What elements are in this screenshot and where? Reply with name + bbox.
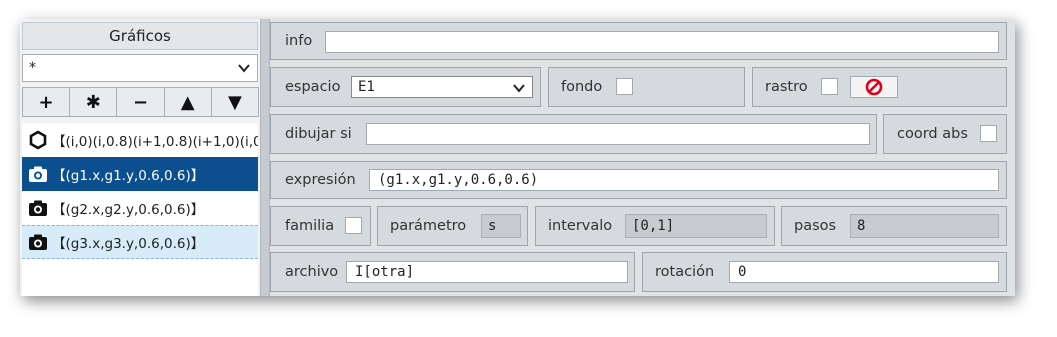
move-down-button[interactable]: ▼ bbox=[210, 87, 260, 117]
fondo-checkbox[interactable] bbox=[616, 78, 633, 95]
clone-button[interactable]: ✱ bbox=[69, 87, 118, 117]
info-label: info bbox=[285, 33, 313, 49]
espacio-select[interactable]: E1 bbox=[351, 76, 533, 98]
panel-splitter[interactable] bbox=[260, 19, 270, 296]
list-item-label: 【(g2.x,g2.y,0.6,0.6)】 bbox=[52, 202, 205, 218]
pasos-field[interactable]: 8 bbox=[850, 214, 999, 238]
camera-icon bbox=[28, 232, 48, 252]
camera-icon bbox=[28, 164, 48, 184]
list-toolbar: + ✱ − ▲ ▼ bbox=[22, 87, 260, 117]
intervalo-field[interactable]: [0,1] bbox=[625, 214, 767, 238]
coord-abs-label: coord abs bbox=[897, 126, 968, 142]
familia-group: familia bbox=[270, 206, 371, 246]
camera-icon bbox=[28, 198, 48, 218]
hexagon-icon bbox=[28, 130, 48, 150]
coord-abs-group: coord abs bbox=[883, 114, 1007, 154]
no-entry-icon bbox=[865, 78, 883, 96]
rastro-group: rastro bbox=[752, 67, 1007, 107]
graphics-list-panel: Gráficos * + ✱ − ▲ ▼ 【(i,0)(i,0.8)(i+1,0… bbox=[20, 19, 261, 296]
coord-abs-checkbox[interactable] bbox=[980, 125, 997, 142]
intervalo-group: intervalo [0,1] bbox=[535, 206, 775, 246]
properties-panel: info espacio E1 fondo rastro dibujar si bbox=[270, 19, 1015, 296]
archivo-label: archivo bbox=[285, 264, 339, 280]
rastro-label: rastro bbox=[765, 79, 808, 95]
familia-label: familia bbox=[285, 218, 335, 234]
filter-dropdown[interactable]: * bbox=[22, 54, 258, 82]
rotacion-group: rotación 0 bbox=[642, 252, 1007, 292]
list-item-label: 【(g1.x,g1.y,0.6,0.6)】 bbox=[52, 168, 205, 184]
list-item-label: 【(i,0)(i,0.8)(i+1,0.8)(i+1,0)(i,0 bbox=[52, 134, 258, 150]
list-item[interactable]: 【(g1.x,g1.y,0.6,0.6)】 bbox=[22, 157, 258, 191]
move-up-button[interactable]: ▲ bbox=[163, 87, 212, 117]
rastro-color-button[interactable] bbox=[850, 76, 898, 98]
archivo-field[interactable]: I[otra] bbox=[346, 261, 628, 283]
archivo-group: archivo I[otra] bbox=[270, 252, 635, 292]
list-item[interactable]: 【(i,0)(i,0.8)(i+1,0.8)(i+1,0)(i,0 bbox=[22, 123, 258, 157]
remove-button[interactable]: − bbox=[116, 87, 165, 117]
espacio-group: espacio E1 bbox=[270, 67, 541, 107]
chevron-down-icon bbox=[513, 84, 525, 93]
list-item[interactable]: 【(g2.x,g2.y,0.6,0.6)】 bbox=[22, 191, 258, 225]
filter-value: * bbox=[29, 60, 36, 76]
parametro-group: parámetro s bbox=[377, 206, 528, 246]
parametro-field[interactable]: s bbox=[481, 214, 521, 238]
list-item-label: 【(g3.x,g3.y,0.6,0.6)】 bbox=[52, 236, 205, 252]
familia-checkbox[interactable] bbox=[345, 217, 362, 234]
pasos-label: pasos bbox=[794, 218, 837, 234]
intervalo-label: intervalo bbox=[548, 218, 613, 234]
panel-title: Gráficos bbox=[22, 22, 258, 50]
expresion-label: expresión bbox=[285, 172, 356, 188]
expresion-group: expresión (g1.x,g1.y,0.6,0.6) bbox=[270, 161, 1007, 199]
parametro-label: parámetro bbox=[390, 218, 467, 234]
pasos-group: pasos 8 bbox=[781, 206, 1007, 246]
add-button[interactable]: + bbox=[22, 87, 71, 117]
graphics-list: 【(i,0)(i,0.8)(i+1,0.8)(i+1,0)(i,0 【(g1.x… bbox=[22, 123, 258, 296]
dibujar-label: dibujar si bbox=[285, 126, 352, 142]
expresion-field[interactable]: (g1.x,g1.y,0.6,0.6) bbox=[369, 169, 999, 191]
list-item[interactable]: 【(g3.x,g3.y,0.6,0.6)】 bbox=[22, 225, 258, 259]
info-group: info bbox=[270, 22, 1007, 60]
info-field[interactable] bbox=[325, 31, 999, 53]
fondo-label: fondo bbox=[561, 79, 603, 95]
espacio-value: E1 bbox=[358, 79, 375, 95]
espacio-label: espacio bbox=[285, 79, 341, 95]
dibujar-field[interactable] bbox=[366, 123, 870, 145]
rotacion-field[interactable]: 0 bbox=[729, 261, 999, 283]
graphics-editor-window: Gráficos * + ✱ − ▲ ▼ 【(i,0)(i,0.8)(i+1,0… bbox=[20, 19, 1015, 296]
rastro-checkbox[interactable] bbox=[821, 78, 838, 95]
rotacion-label: rotación bbox=[655, 264, 715, 280]
fondo-group: fondo bbox=[548, 67, 745, 107]
dibujar-group: dibujar si bbox=[270, 114, 877, 154]
chevron-down-icon bbox=[238, 64, 250, 73]
